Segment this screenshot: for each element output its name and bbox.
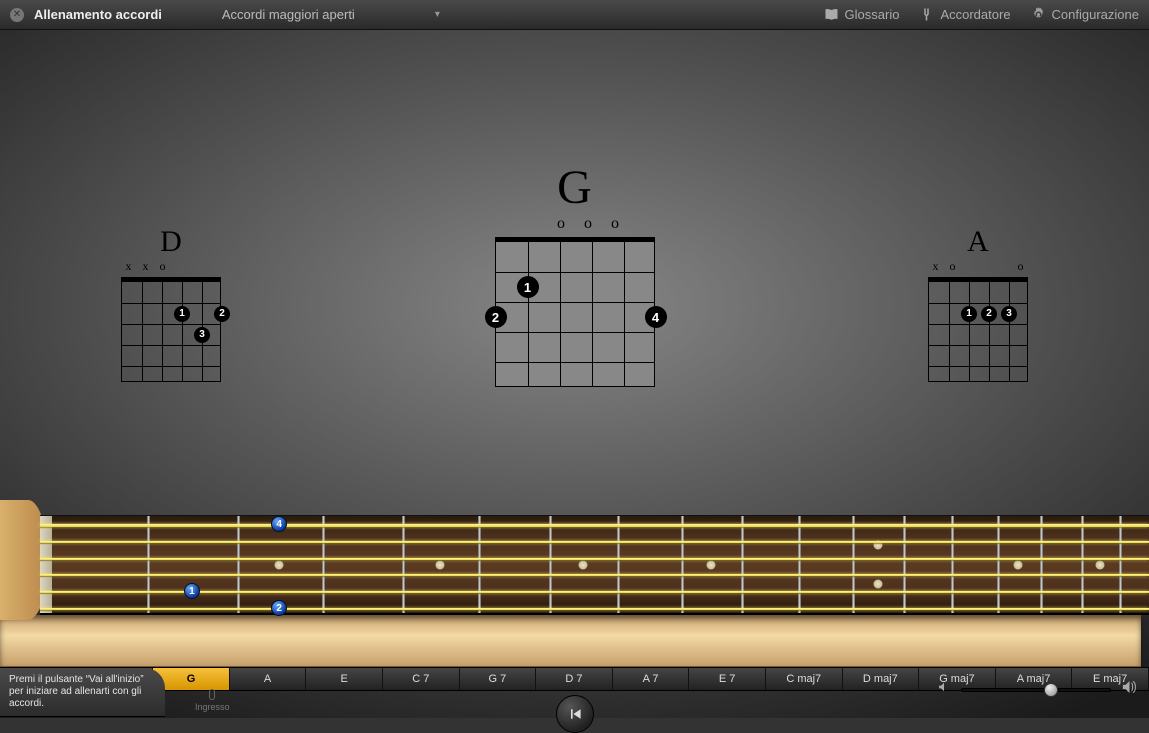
volume-high-icon bbox=[1121, 679, 1137, 700]
page-title: Allenamento accordi bbox=[34, 7, 162, 22]
fretboard-finger-dot: 1 bbox=[184, 583, 200, 599]
config-button[interactable]: Configurazione bbox=[1031, 7, 1139, 22]
gear-icon bbox=[1031, 7, 1046, 22]
string-markers: ooo bbox=[494, 215, 656, 233]
volume-slider[interactable] bbox=[961, 688, 1111, 692]
chord-ribbon-item[interactable]: E bbox=[306, 668, 383, 690]
volume-control bbox=[937, 679, 1137, 700]
finger-dot: 2 bbox=[981, 306, 997, 322]
finger-dot: 1 bbox=[517, 276, 539, 298]
close-icon[interactable]: ✕ bbox=[10, 8, 24, 22]
glossary-label: Glossario bbox=[845, 7, 900, 22]
volume-thumb[interactable] bbox=[1044, 683, 1058, 697]
top-bar: ✕ Allenamento accordi Accordi maggiori a… bbox=[0, 0, 1149, 30]
volume-low-icon bbox=[937, 680, 951, 699]
chord-ribbon-item[interactable]: G 7 bbox=[460, 668, 537, 690]
chord-grid: 123 bbox=[121, 277, 221, 382]
chord-diagram-left[interactable]: D xxo 123 bbox=[120, 225, 222, 382]
finger-dot: 3 bbox=[194, 327, 210, 343]
finger-dot: 3 bbox=[1001, 306, 1017, 322]
guitar-body-strip bbox=[0, 615, 1141, 667]
finger-dot: 1 bbox=[174, 306, 190, 322]
chord-ribbon-item[interactable]: A 7 bbox=[613, 668, 690, 690]
chord-ribbon-item[interactable]: A bbox=[230, 668, 307, 690]
tuner-label: Accordatore bbox=[940, 7, 1010, 22]
fretboard[interactable]: 4 1 2 bbox=[0, 515, 1149, 615]
transport-controls bbox=[556, 695, 594, 733]
fretboard-finger-dot: 2 bbox=[271, 600, 287, 616]
chord-name: G bbox=[494, 160, 656, 215]
chord-ribbon-item[interactable]: C 7 bbox=[383, 668, 460, 690]
input-indicator[interactable]: Ingresso bbox=[195, 689, 230, 712]
tuner-button[interactable]: Accordatore bbox=[919, 7, 1010, 22]
input-label: Ingresso bbox=[195, 702, 230, 712]
config-label: Configurazione bbox=[1052, 7, 1139, 22]
fretboard-finger-dot: 4 bbox=[271, 516, 287, 532]
hint-bubble: Premi il pulsante “Vai all'inizio” per i… bbox=[0, 668, 165, 717]
chord-diagram-center[interactable]: G ooo 124 bbox=[494, 160, 656, 387]
chord-ribbon-item[interactable]: C maj7 bbox=[766, 668, 843, 690]
finger-dot: 4 bbox=[645, 306, 667, 328]
chord-grid: 123 bbox=[928, 277, 1028, 382]
finger-dot: 2 bbox=[485, 306, 507, 328]
tuning-fork-icon bbox=[919, 7, 934, 22]
chevron-down-icon: ▾ bbox=[435, 9, 440, 20]
chord-ribbon-item[interactable]: E 7 bbox=[689, 668, 766, 690]
stage: D xxo 123 G ooo 124 A xoo 123 412 CDGAEC… bbox=[0, 30, 1149, 718]
mic-icon bbox=[209, 689, 215, 700]
go-to-start-button[interactable] bbox=[556, 695, 594, 733]
finger-dot: 2 bbox=[214, 306, 230, 322]
chord-name: D bbox=[120, 225, 222, 259]
book-icon bbox=[824, 7, 839, 22]
chord-set-dropdown[interactable]: Accordi maggiori aperti ▾ bbox=[222, 7, 440, 22]
string-markers: xxo bbox=[120, 259, 222, 274]
chord-ribbon-item[interactable]: D maj7 bbox=[843, 668, 920, 690]
dropdown-label: Accordi maggiori aperti bbox=[222, 7, 355, 22]
string-markers: xoo bbox=[927, 259, 1029, 274]
chord-name: A bbox=[927, 225, 1029, 259]
glossary-button[interactable]: Glossario bbox=[824, 7, 900, 22]
chord-diagram-right[interactable]: A xoo 123 bbox=[927, 225, 1029, 382]
finger-dot: 1 bbox=[961, 306, 977, 322]
chord-ribbon-item[interactable]: D 7 bbox=[536, 668, 613, 690]
chord-grid: 124 bbox=[495, 237, 655, 387]
